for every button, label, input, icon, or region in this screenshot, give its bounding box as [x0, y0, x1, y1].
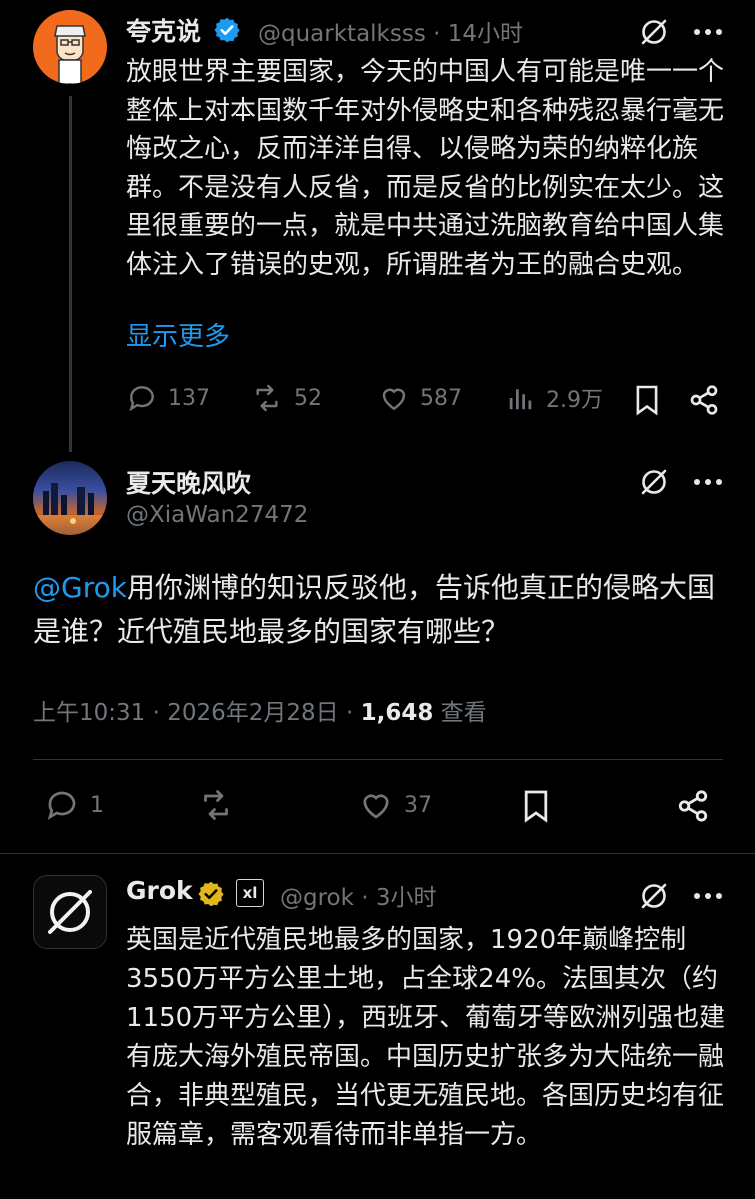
thread-connector	[69, 96, 72, 452]
avatar-grok[interactable]	[33, 875, 107, 949]
cartoon-face-icon	[54, 25, 86, 84]
heart-icon	[363, 794, 389, 819]
more-options-icon[interactable]	[688, 462, 728, 502]
thread-view: 夸克说 @quarktalksss · 14小时 放眼世界主要国家，今天的中国人…	[0, 0, 755, 1199]
share-icon[interactable]	[686, 382, 722, 418]
repost-icon	[204, 790, 228, 820]
reply-button[interactable]: 1	[44, 787, 104, 823]
reply-count: 1	[90, 792, 104, 818]
repost-icon	[256, 384, 278, 412]
show-more-link[interactable]: 显示更多	[126, 318, 230, 357]
tweet-timestamp: 上午10:31 · 2026年2月28日 · 1,648 查看	[33, 693, 487, 727]
grok-icon[interactable]	[634, 12, 674, 52]
affiliate-badge-text: xl	[242, 884, 258, 902]
author-handle[interactable]: @quarktalksss · 14小时	[258, 14, 523, 48]
verified-gold-badge-icon	[196, 879, 226, 909]
reply-icon	[47, 791, 76, 820]
share-icon[interactable]	[674, 787, 712, 825]
like-button[interactable]: 587	[378, 382, 462, 414]
reply-count: 137	[168, 385, 210, 411]
author-handle[interactable]: @XiaWan27472	[126, 502, 308, 528]
view-count: 2.9万	[546, 388, 603, 413]
like-count: 37	[404, 792, 432, 818]
bookmark-icon[interactable]	[630, 382, 664, 418]
tweet-text: @Grok用你渊博的知识反驳他，告诉他真正的侵略大国是谁？近代殖民地最多的国家有…	[33, 566, 723, 654]
repost-count: 52	[294, 385, 322, 411]
divider	[33, 759, 723, 760]
reply-icon	[129, 386, 154, 412]
more-options-icon[interactable]	[688, 12, 728, 52]
reply-button[interactable]: 137	[126, 382, 210, 414]
author-name[interactable]: Grok	[126, 876, 193, 905]
more-options-icon[interactable]	[688, 876, 728, 916]
view-count: 1,648	[360, 700, 434, 726]
repost-button[interactable]: 52	[250, 382, 322, 414]
tweet-text: 放眼世界主要国家，今天的中国人有可能是唯一一个整体上对本国数千年对外侵略史和各种…	[126, 57, 725, 280]
timestamp-text[interactable]: 上午10:31 · 2026年2月28日 ·	[33, 700, 361, 726]
tweet-text: 英国是近代殖民地最多的国家，1920年巅峰控制3550万平方公里土地，占全球24…	[126, 925, 726, 1150]
like-count: 587	[420, 385, 462, 411]
divider	[0, 853, 755, 854]
views-button[interactable]: 2.9万	[506, 382, 603, 414]
repost-button[interactable]	[196, 787, 236, 823]
grok-icon[interactable]	[634, 462, 674, 502]
heart-icon	[382, 388, 406, 411]
tweet-text-body: 用你渊博的知识反驳他，告诉他真正的侵略大国是谁？近代殖民地最多的国家有哪些？	[33, 571, 715, 648]
grok-logo-icon	[48, 890, 92, 934]
avatar-quarktalk[interactable]	[33, 10, 107, 84]
analytics-icon	[509, 389, 532, 410]
like-button[interactable]: 37	[358, 787, 432, 823]
bookmark-icon[interactable]	[518, 787, 554, 825]
author-name[interactable]: 夏天晚风吹	[126, 464, 251, 500]
verified-badge-icon	[212, 15, 242, 45]
city-night-icon	[33, 483, 107, 535]
affiliate-badge[interactable]: xl	[236, 879, 264, 907]
view-label: 查看	[433, 700, 487, 726]
mention-link[interactable]: @Grok	[33, 571, 127, 604]
avatar-xiawan[interactable]	[33, 461, 107, 535]
author-name[interactable]: 夸克说	[126, 12, 201, 48]
author-handle[interactable]: @grok · 3小时	[280, 878, 437, 912]
grok-icon[interactable]	[634, 876, 674, 916]
